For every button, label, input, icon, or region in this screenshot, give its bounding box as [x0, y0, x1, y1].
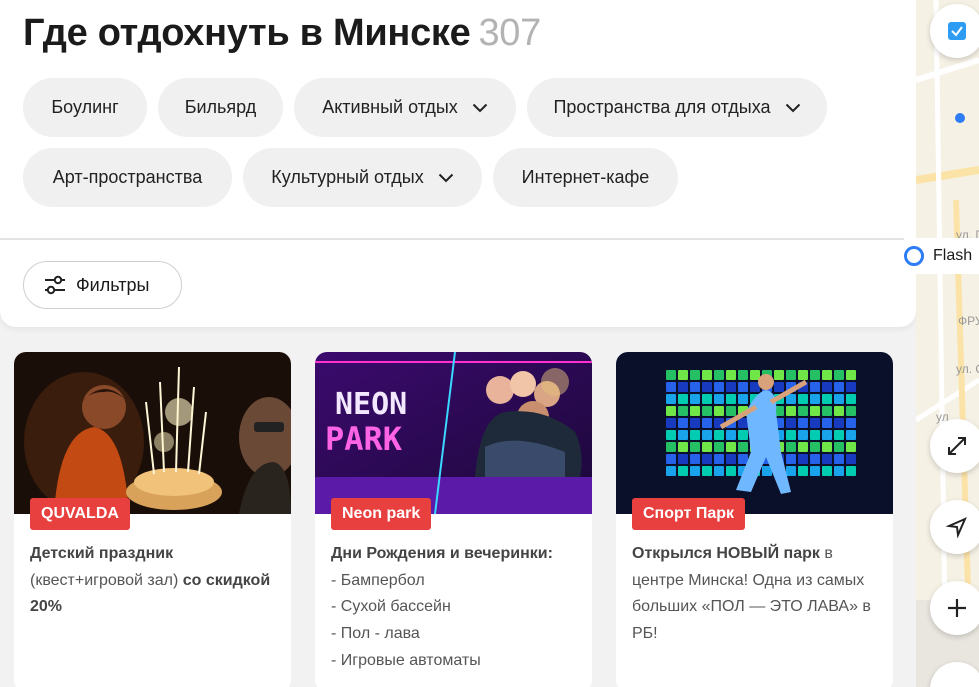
card-badge: Спорт Парк — [632, 498, 746, 530]
filters-bar: Фильтры — [0, 240, 916, 327]
chip-label: Боулинг — [51, 97, 119, 117]
chip-label: Культурный отдых — [271, 167, 424, 187]
place-marker-icon — [904, 246, 924, 266]
results-panel: Где отдохнуть в Минске 307 Боулинг Бильяр… — [0, 0, 916, 687]
navigation-arrow-icon — [946, 517, 967, 538]
chip-label: Арт-пространства — [52, 167, 203, 187]
card-image — [616, 352, 893, 514]
chevron-down-icon — [785, 100, 801, 116]
card-text-normal: (квест+игровой зал) — [30, 571, 183, 589]
list-item: - Игровые автоматы — [331, 651, 481, 669]
zoom-in-button[interactable] — [930, 581, 979, 635]
list-item: - Сухой бассейн — [331, 598, 451, 616]
card-text-bold: Открылся НОВЫЙ парк — [632, 545, 820, 562]
chip-rest-spaces[interactable]: Пространства для отдыха — [527, 78, 827, 137]
checkbox-icon — [948, 22, 966, 40]
chip-label: Активный отдых — [322, 97, 458, 117]
chip-label: Бильярд — [184, 97, 257, 117]
expand-icon — [948, 437, 966, 455]
plus-icon — [948, 599, 966, 617]
page-title-text: Где отдохнуть в Минске — [23, 12, 471, 54]
list-item: - Пол - лава — [331, 625, 420, 643]
street-label: ФРУ — [958, 314, 979, 328]
map-place-label[interactable]: Flash — [904, 238, 979, 274]
street-label: ул. Од — [956, 362, 979, 376]
chip-billiards[interactable]: Бильярд — [158, 78, 283, 137]
list-item: - Бампербол — [331, 571, 425, 589]
promo-card[interactable]: Спорт Парк Открылся НОВЫЙ парк в центре … — [616, 352, 893, 687]
header-section: Где отдохнуть в Минске 307 Боулинг Бильяр… — [0, 0, 916, 238]
layers-toggle-button[interactable] — [930, 4, 979, 58]
neon-logo-bottom: PARK — [325, 420, 403, 458]
chip-internet-cafe[interactable]: Интернет-кафе — [493, 148, 678, 207]
page-title: Где отдохнуть в Минске 307 — [23, 12, 541, 55]
card-image — [14, 352, 291, 514]
fullscreen-button[interactable] — [930, 419, 979, 473]
chip-label: Пространства для отдыха — [553, 97, 771, 117]
map-view[interactable]: ФРУ ул. Од ул ул. П — [916, 0, 979, 687]
result-count: 307 — [478, 12, 541, 54]
card-text-bold: Дни Рождения и вечеринки: — [331, 545, 553, 562]
filters-button[interactable]: Фильтры — [23, 261, 182, 309]
place-name: Flash — [933, 247, 973, 264]
neon-logo-top: NEON — [335, 387, 407, 422]
sliders-icon — [45, 275, 65, 295]
chevron-down-icon — [472, 100, 488, 116]
promo-card[interactable]: QUVALDA Детский праздник (квест+игровой … — [14, 352, 291, 687]
card-text: Детский праздник (квест+игровой зал) со … — [30, 541, 280, 621]
card-badge: Neon park — [331, 498, 432, 530]
promo-card[interactable]: NEON PARK Neon park Дни Рождения и вечер… — [315, 352, 592, 687]
chevron-down-icon — [438, 170, 454, 186]
filters-label: Фильтры — [76, 274, 150, 295]
chip-art-spaces[interactable]: Арт-пространства — [23, 148, 232, 207]
chip-cultural-rest[interactable]: Культурный отдых — [243, 148, 482, 207]
card-text: Дни Рождения и вечеринки: - Бампербол - … — [331, 541, 581, 675]
card-text-bold: Детский праздник — [30, 545, 174, 562]
card-text: Открылся НОВЫЙ парк в центре Минска! Одн… — [632, 541, 882, 648]
chip-bowling[interactable]: Боулинг — [23, 78, 147, 137]
card-image: NEON PARK — [315, 352, 592, 514]
my-location-button[interactable] — [930, 500, 979, 554]
chip-label: Интернет-кафе — [521, 167, 650, 187]
chip-active-rest[interactable]: Активный отдых — [294, 78, 516, 137]
card-badge: QUVALDA — [30, 498, 130, 530]
